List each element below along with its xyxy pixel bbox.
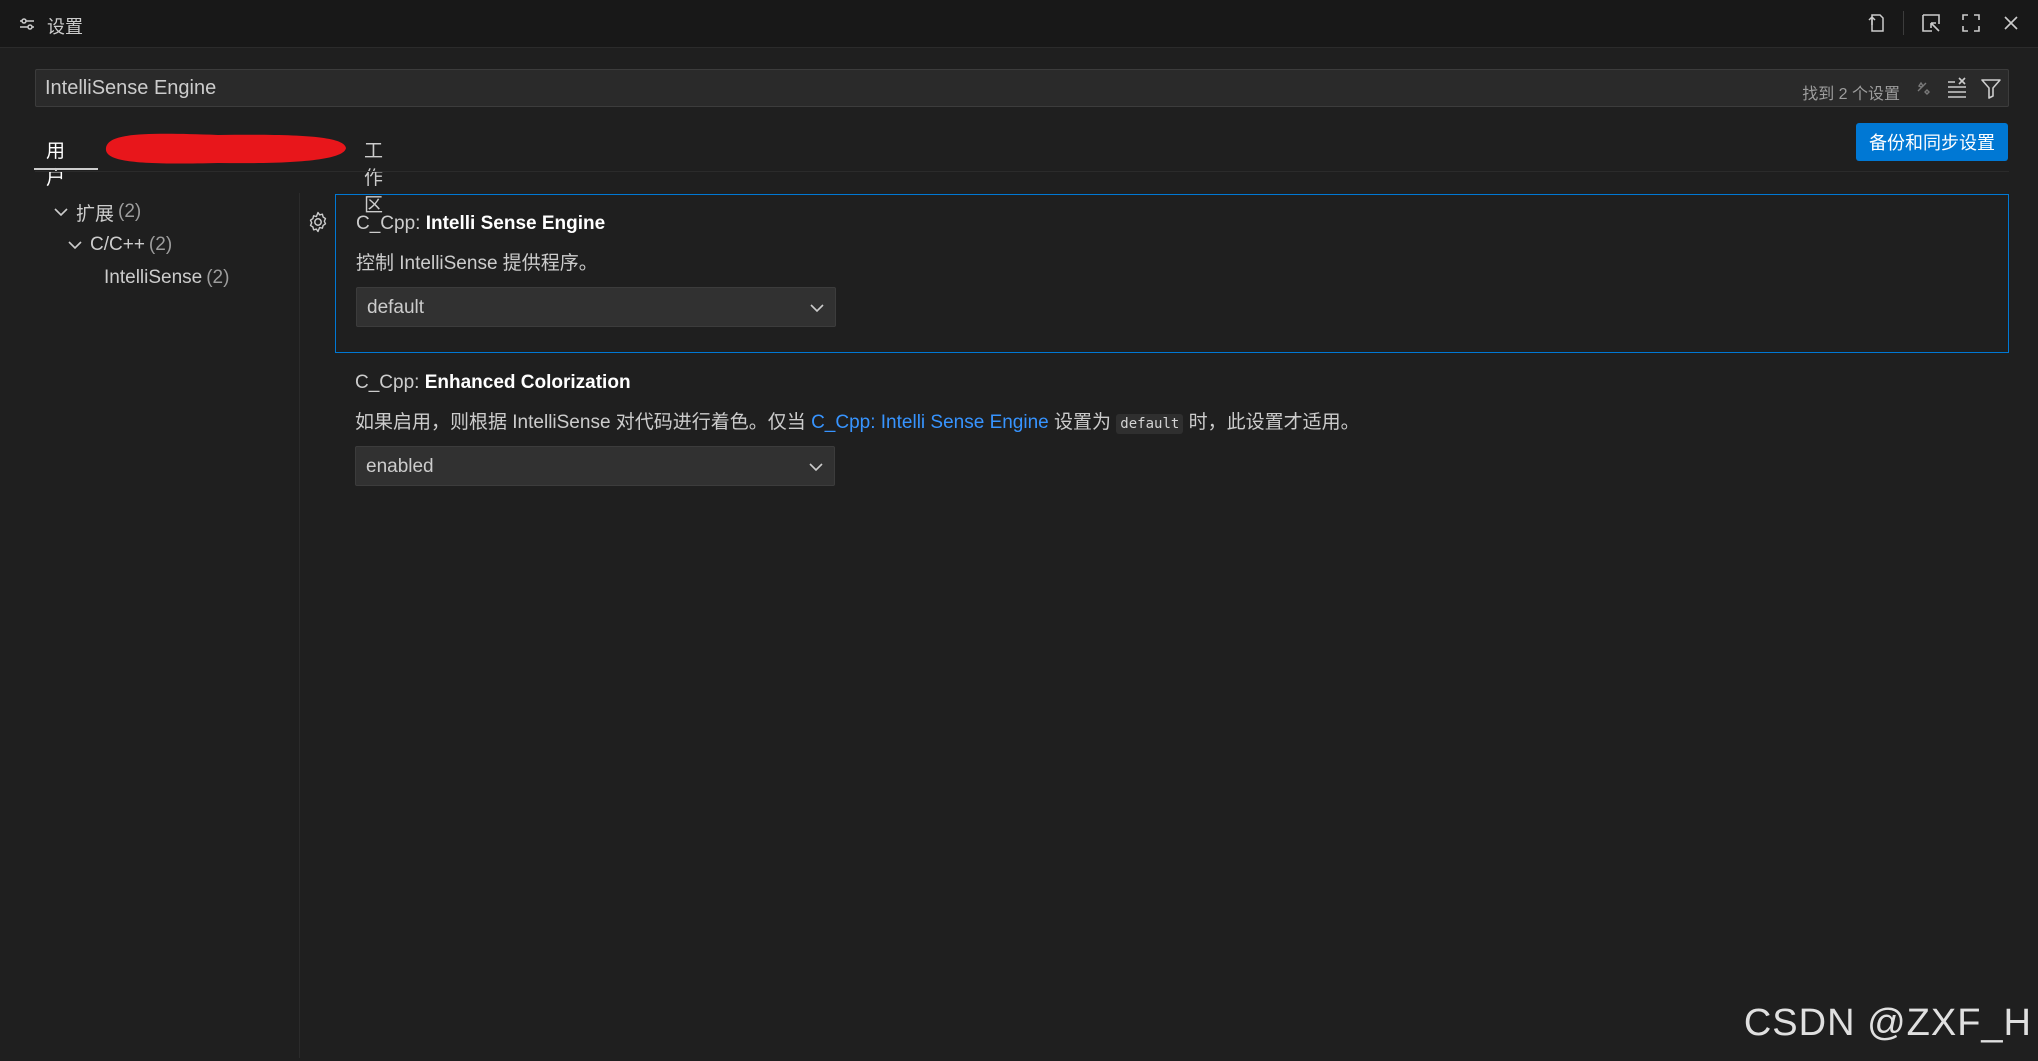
title-actions <box>1863 10 2024 36</box>
dropdown-value: enabled <box>366 456 434 477</box>
settings-search-box: 找到 2 个设置 <box>35 69 2009 107</box>
setting-category: C_Cpp: <box>355 372 425 393</box>
title-bar: 设置 <box>0 0 2038 48</box>
clear-search-button[interactable] <box>1944 75 1970 101</box>
window-title: 设置 <box>47 17 83 37</box>
fullscreen-icon <box>1962 14 1980 32</box>
toc-divider <box>299 193 300 1058</box>
setting-enhanced-colorization[interactable]: C_Cpp: Enhanced Colorization 如果启用，则根据 In… <box>335 354 2009 514</box>
gear-icon[interactable] <box>306 210 330 234</box>
ai-search-button[interactable] <box>1910 75 1936 101</box>
move-to-new-window-button[interactable] <box>1918 10 1944 36</box>
close-icon <box>2004 16 2018 30</box>
setting-intellisense-engine[interactable]: C_Cpp: Intelli Sense Engine 控制 IntelliSe… <box>335 194 2009 353</box>
watermark: CSDN @ZXF_H <box>1743 1002 2032 1044</box>
toc-item-label: C/C++ <box>90 234 145 255</box>
setting-name: Enhanced Colorization <box>424 372 631 393</box>
enhanced-colorization-dropdown[interactable]: enabled <box>355 446 835 486</box>
toc-item-extensions[interactable]: 扩展 (2) <box>52 197 141 227</box>
dropdown-value: default <box>367 297 425 318</box>
active-tab-indicator <box>34 168 98 170</box>
clear-filter-icon <box>1948 77 1966 98</box>
setting-category: C_Cpp: <box>356 213 426 234</box>
setting-title: C_Cpp: Enhanced Colorization <box>355 372 631 394</box>
chevron-down-icon <box>809 463 823 472</box>
search-actions <box>1910 75 2004 101</box>
tabs-divider <box>35 171 2009 172</box>
chevron-down-icon <box>54 208 68 217</box>
toc-item-intellisense[interactable]: IntelliSense (2) <box>104 263 229 293</box>
chevron-down-icon <box>68 241 82 250</box>
open-file-icon <box>1868 14 1884 32</box>
toc-item-label: 扩展 <box>76 203 115 225</box>
intellisense-engine-dropdown[interactable]: default <box>356 287 836 327</box>
toc-item-count: (2) <box>118 201 142 222</box>
description-text: 如果启用，则根据 IntelliSense 对代码进行着色。仅当 <box>355 412 812 433</box>
tab-user[interactable]: 用户 <box>46 136 65 190</box>
filter-icon <box>1981 79 2001 99</box>
search-result-count: 找到 2 个设置 <box>1802 86 1900 103</box>
redaction-mark <box>105 133 347 164</box>
description-text: 时，此设置才适用。 <box>1183 412 1360 433</box>
search-input[interactable] <box>36 70 1776 106</box>
setting-title: C_Cpp: Intelli Sense Engine <box>356 213 605 235</box>
open-settings-json-button[interactable] <box>1863 10 1889 36</box>
setting-link[interactable]: C_Cpp: Intelli Sense Engine <box>811 412 1049 433</box>
setting-description: 控制 IntelliSense 提供程序。 <box>356 253 598 274</box>
inline-code: default <box>1116 414 1184 434</box>
toc-item-cpp[interactable]: C/C++ (2) <box>66 230 172 260</box>
toc-item-count: (2) <box>206 267 230 288</box>
setting-name: Intelli Sense Engine <box>425 213 606 234</box>
settings-sliders-icon <box>20 18 34 30</box>
toc-item-count: (2) <box>148 234 173 255</box>
chevron-down-icon <box>810 304 824 313</box>
backup-and-sync-button[interactable]: 备份和同步设置 <box>1856 123 2008 161</box>
title-separator <box>1903 11 1904 35</box>
close-button[interactable] <box>1998 10 2024 36</box>
description-text: 设置为 <box>1048 412 1117 433</box>
maximize-button[interactable] <box>1958 10 1984 36</box>
toc-item-label: IntelliSense <box>104 267 203 288</box>
sparkle-icon <box>1917 81 1930 95</box>
setting-description: 如果启用，则根据 IntelliSense 对代码进行着色。仅当 C_Cpp: … <box>355 407 1360 434</box>
popout-icon <box>1922 14 1940 32</box>
filter-settings-button[interactable] <box>1978 75 2004 101</box>
